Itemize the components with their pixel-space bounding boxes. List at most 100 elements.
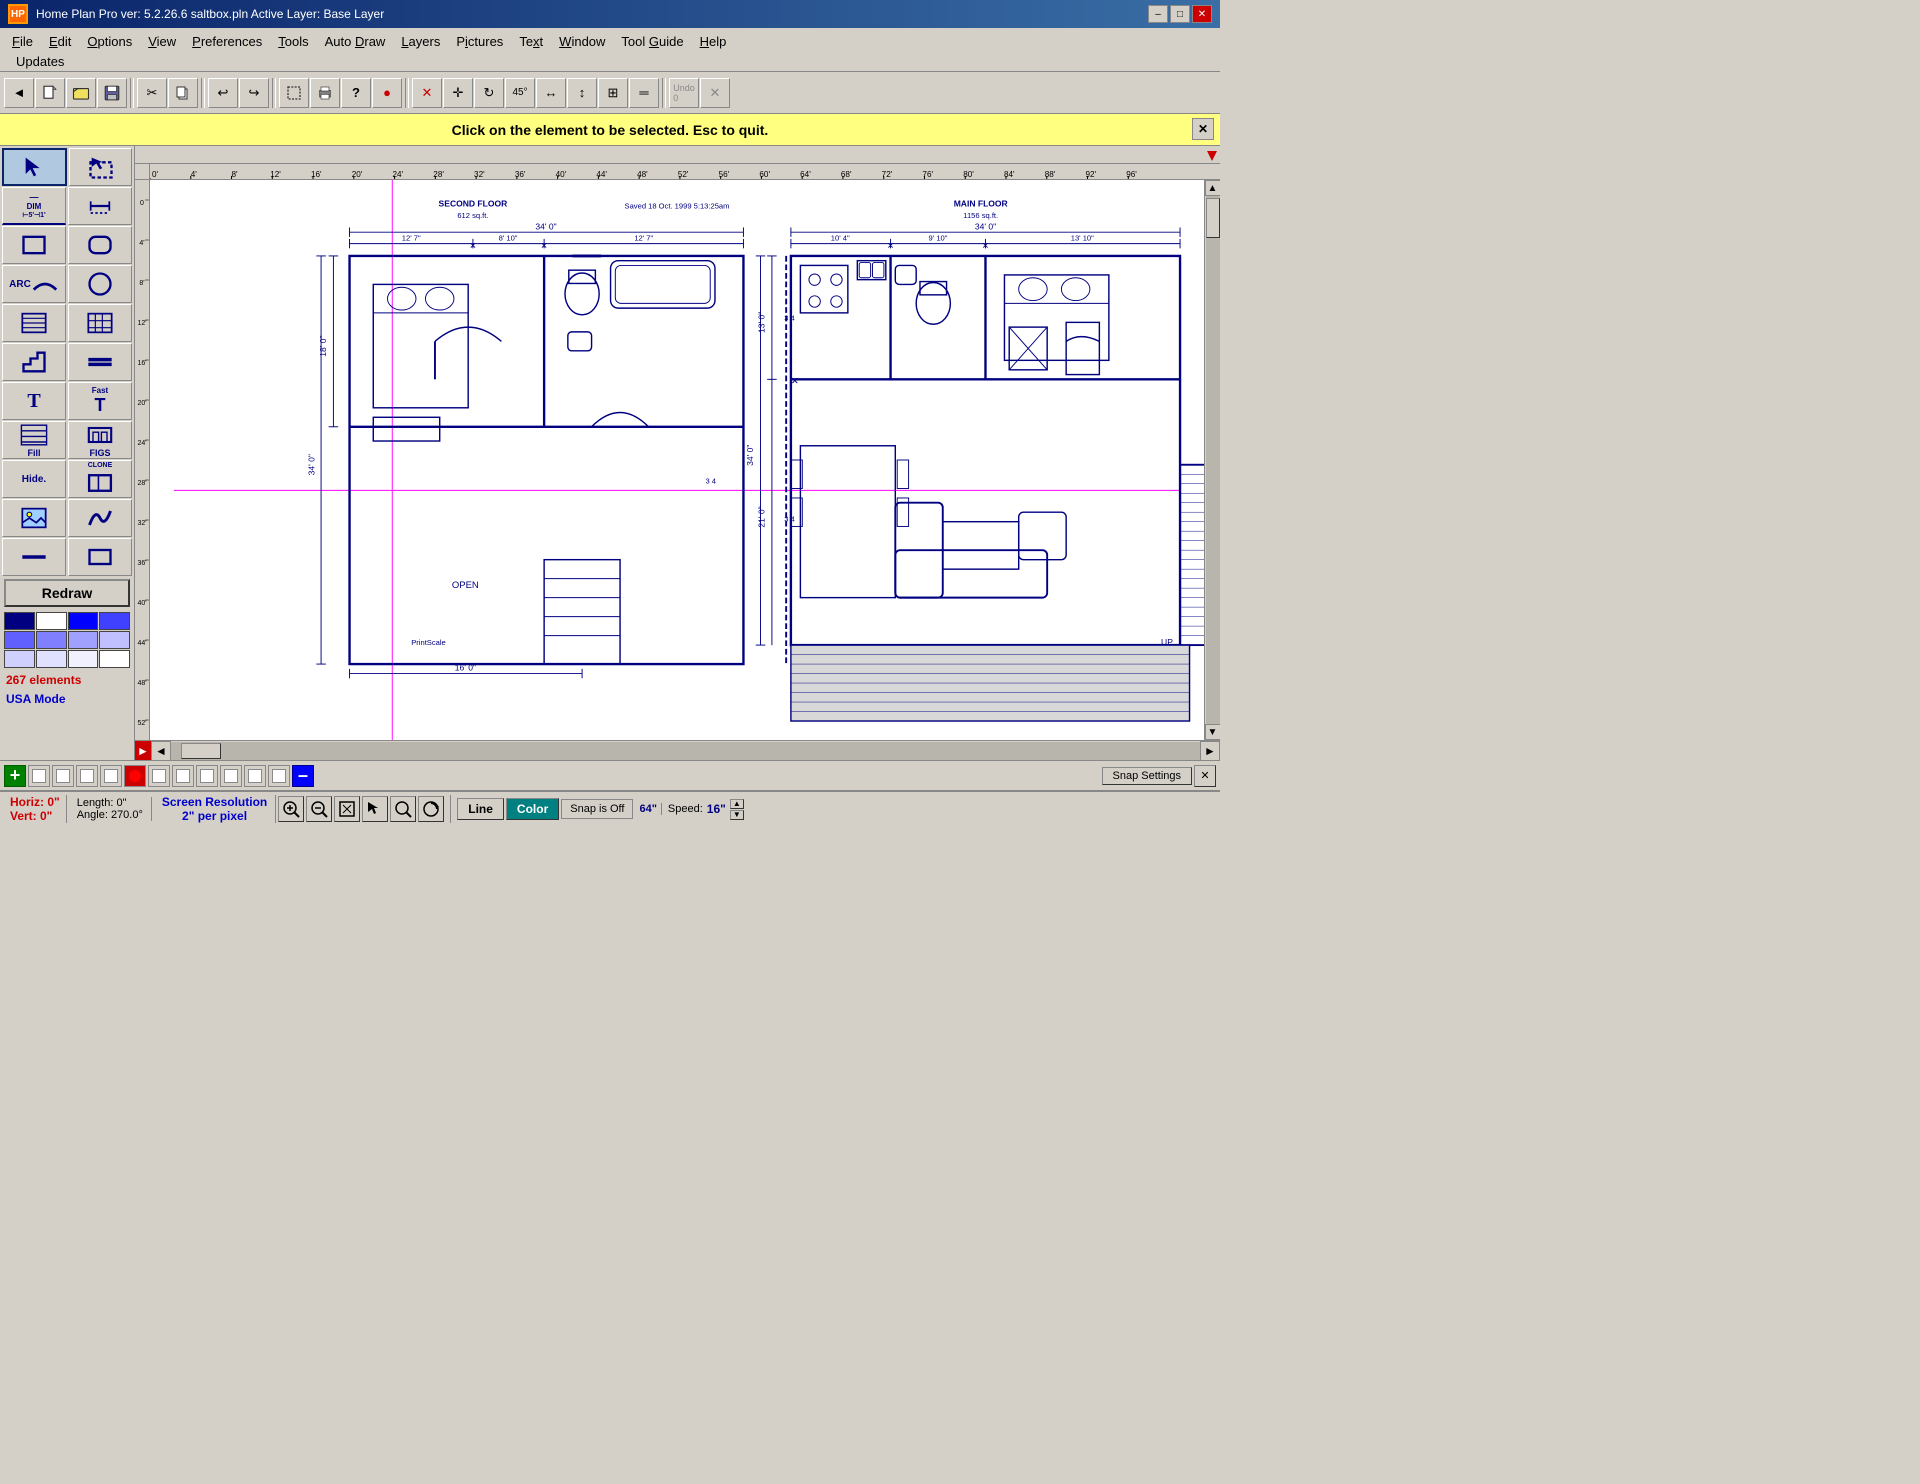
toolbar-cut[interactable]: ✂ (137, 78, 167, 108)
grid-tool[interactable] (68, 304, 132, 342)
snap-off-indicator[interactable]: Snap is Off (561, 799, 633, 819)
rotate-view-button[interactable] (418, 796, 444, 822)
menu-pictures[interactable]: Pictures (448, 30, 511, 53)
redraw-button[interactable]: Redraw (4, 579, 130, 607)
toolbar-redo2[interactable]: ✕ (700, 78, 730, 108)
toolbar-select-rect[interactable] (279, 78, 309, 108)
menu-edit[interactable]: Edit (41, 30, 79, 53)
maximize-button[interactable]: □ (1170, 5, 1190, 23)
menu-options[interactable]: Options (79, 30, 140, 53)
speed-up-button[interactable]: ▲ (730, 799, 744, 809)
menu-text[interactable]: Text (511, 30, 551, 53)
color-blue8[interactable] (36, 650, 67, 668)
h-scroll-left-button[interactable]: ◄ (151, 741, 171, 760)
color-blue2[interactable] (99, 612, 130, 630)
snap-dot-white-7[interactable] (196, 765, 218, 787)
wall-tool[interactable] (2, 304, 66, 342)
floorplan-area[interactable]: SECOND FLOOR 612 sq.ft. Saved 18 Oct. 19… (150, 180, 1204, 740)
menu-view[interactable]: View (140, 30, 184, 53)
line-mode-button[interactable]: Line (457, 798, 504, 820)
select-box-tool[interactable] (69, 148, 132, 186)
line-tool[interactable]: —DIM ⊢5'⊣1' (2, 187, 66, 225)
toolbar-help[interactable]: ? (341, 78, 371, 108)
scroll-up-button[interactable]: ▲ (1205, 180, 1221, 196)
rect2-tool[interactable] (68, 538, 132, 576)
toolbar-record[interactable]: ● (372, 78, 402, 108)
zoom-search-button[interactable] (390, 796, 416, 822)
select-arrow-tool[interactable] (2, 148, 67, 186)
fast-text-tool[interactable]: Fast T (68, 382, 132, 420)
toolbar-mirror-v[interactable]: ↕ (567, 78, 597, 108)
snap-dot-white-1[interactable] (28, 765, 50, 787)
color-blue7[interactable] (4, 650, 35, 668)
color-white2[interactable] (99, 650, 130, 668)
color-blue1[interactable] (68, 612, 99, 630)
snap-dot-white-8[interactable] (220, 765, 242, 787)
scroll-thumb[interactable] (1206, 198, 1220, 238)
menu-preferences[interactable]: Preferences (184, 30, 270, 53)
color-blue3[interactable] (4, 631, 35, 649)
picture-tool[interactable] (2, 499, 66, 537)
menu-tools[interactable]: Tools (270, 30, 316, 53)
toolbar-print[interactable] (310, 78, 340, 108)
toolbar-save[interactable] (97, 78, 127, 108)
toolbar-new[interactable] (35, 78, 65, 108)
zoom-in-button[interactable] (278, 796, 304, 822)
round-rect-tool[interactable] (68, 226, 132, 264)
menu-file[interactable]: File (4, 30, 41, 53)
toolbar-rotate[interactable]: ↻ (474, 78, 504, 108)
select-zoom-button[interactable] (362, 796, 388, 822)
snap-dot-white-6[interactable] (172, 765, 194, 787)
zoom-out-button[interactable] (306, 796, 332, 822)
scroll-down-button[interactable]: ▼ (1205, 724, 1221, 740)
snap-minus-button[interactable]: – (292, 765, 314, 787)
h-scroll-track[interactable] (171, 742, 1200, 760)
beam-tool[interactable] (68, 343, 132, 381)
snap-close-button[interactable]: ✕ (1194, 765, 1216, 787)
down-arrow-indicator[interactable] (1204, 146, 1220, 164)
scroll-track[interactable] (1206, 196, 1220, 724)
close-button[interactable]: ✕ (1192, 5, 1212, 23)
spline-tool[interactable] (68, 499, 132, 537)
color-mode-button[interactable]: Color (506, 798, 559, 820)
text-tool[interactable]: T (2, 382, 66, 420)
color-dark-blue[interactable] (4, 612, 35, 630)
stair-tool[interactable] (2, 343, 66, 381)
snap-dot-white-4[interactable] (100, 765, 122, 787)
line2-tool[interactable] (2, 538, 66, 576)
toolbar-redo[interactable]: ↪ (239, 78, 269, 108)
toolbar-lines[interactable]: ═ (629, 78, 659, 108)
hide-tool[interactable]: Hide. (2, 460, 66, 498)
circle-tool[interactable] (68, 265, 132, 303)
color-white[interactable] (36, 612, 67, 630)
menu-updates[interactable]: Updates (8, 54, 72, 69)
menu-layers[interactable]: Layers (393, 30, 448, 53)
menu-help[interactable]: Help (692, 30, 735, 53)
fill-tool[interactable]: Fill (2, 421, 66, 459)
snap-dot-white-9[interactable] (244, 765, 266, 787)
color-blue4[interactable] (36, 631, 67, 649)
menu-autodraw[interactable]: Auto Draw (317, 30, 394, 53)
snap-dot-red[interactable] (124, 765, 146, 787)
figs-tool[interactable]: FIGS (68, 421, 132, 459)
speed-down-button[interactable]: ▼ (730, 810, 744, 820)
color-blue6[interactable] (99, 631, 130, 649)
snap-dot-white-2[interactable] (52, 765, 74, 787)
toolbar-undo2[interactable]: Undo0 (669, 78, 699, 108)
toolbar-open[interactable] (66, 78, 96, 108)
toolbar-arrange[interactable]: ⊞ (598, 78, 628, 108)
fit-screen-button[interactable] (334, 796, 360, 822)
status-close-button[interactable]: ✕ (1192, 118, 1214, 140)
red-arrow-button[interactable]: ► (135, 741, 151, 760)
snap-dot-white-3[interactable] (76, 765, 98, 787)
snap-plus-button[interactable]: + (4, 765, 26, 787)
toolbar-move[interactable]: ✛ (443, 78, 473, 108)
toolbar-rotate45[interactable]: 45° (505, 78, 535, 108)
snap-settings-button[interactable]: Snap Settings (1102, 767, 1193, 785)
toolbar-copy[interactable] (168, 78, 198, 108)
toolbar-delete[interactable]: ✕ (412, 78, 442, 108)
arc-tool[interactable]: ARC (2, 265, 66, 303)
h-scroll-thumb[interactable] (181, 743, 221, 759)
toolbar-back-arrow[interactable]: ◄ (4, 78, 34, 108)
snap-dot-white-5[interactable] (148, 765, 170, 787)
